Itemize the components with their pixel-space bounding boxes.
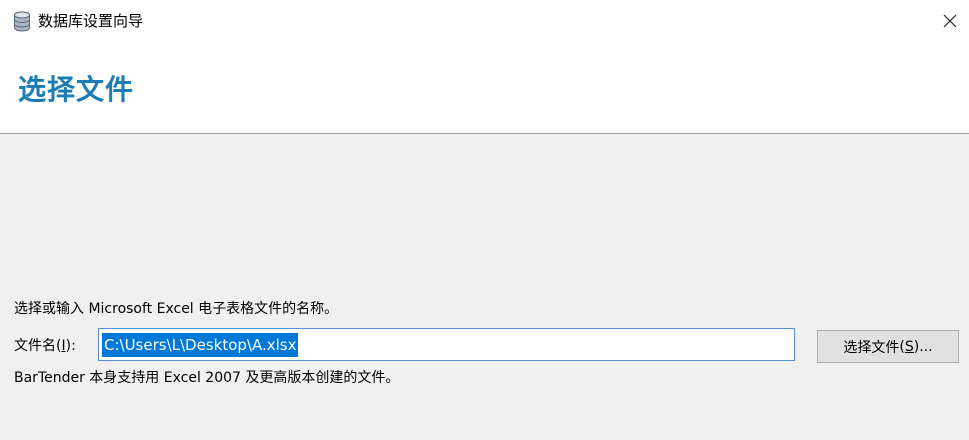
filename-input-value: C:\Users\L\Desktop\A.xlsx (102, 333, 299, 357)
database-icon (14, 11, 30, 32)
close-button[interactable] (933, 4, 967, 38)
filename-input[interactable]: C:\Users\L\Desktop\A.xlsx (98, 328, 795, 361)
support-note: BarTender 本身支持用 Excel 2007 及更高版本创建的文件。 (14, 370, 400, 386)
filename-label-hotkey: I (61, 338, 66, 354)
filename-label: 文件名(I): (14, 338, 76, 354)
wizard-header: 数据库设置向导 选择文件 (0, 0, 969, 134)
page-title: 选择文件 (18, 73, 135, 106)
browse-button-hotkey: S (904, 338, 914, 355)
browse-file-button[interactable]: 选择文件(S)... (817, 330, 959, 363)
close-icon (943, 14, 957, 28)
instruction-text: 选择或输入 Microsoft Excel 电子表格文件的名称。 (14, 301, 339, 317)
window-title: 数据库设置向导 (38, 12, 144, 30)
browse-button-label: 选择文件 (843, 339, 900, 356)
filename-label-text: 文件名 (14, 338, 56, 354)
